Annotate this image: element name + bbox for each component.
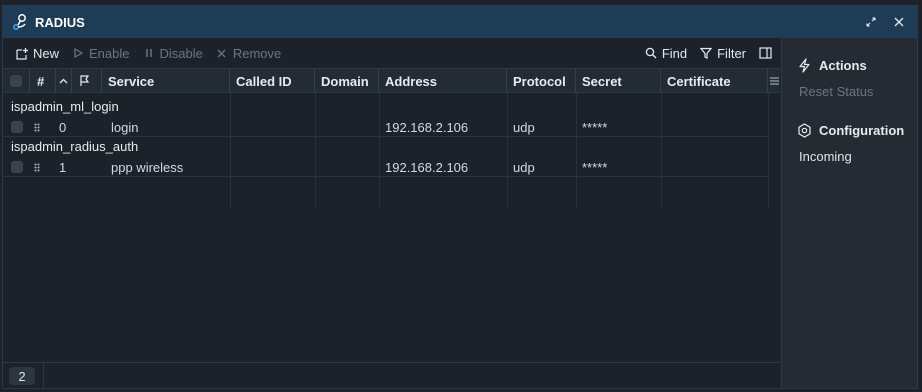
row-certificate [661,157,768,177]
reset-status-action[interactable]: Reset Status [799,84,873,99]
play-icon [71,46,85,60]
filter-icon [699,46,713,60]
table-header: # Service Called ID Domain Address Proto… [3,68,780,93]
table-row[interactable]: 0 login 192.168.2.106 udp ***** [3,117,768,137]
lightning-icon [796,57,812,73]
toolbar: New Enable Disable Remove Find Filter [3,38,780,68]
row-called-id [230,117,315,137]
row-count-badge: 2 [9,367,35,385]
footer-divider [43,363,44,389]
row-protocol: udp [513,119,535,135]
row-called-id [230,157,315,177]
row-index: 0 [59,119,67,135]
table-row[interactable]: 1 ppp wireless 192.168.2.106 udp ***** [3,157,768,177]
remove-button-label: Remove [232,45,282,61]
column-domain[interactable]: Domain [315,69,379,93]
pause-icon [142,46,156,60]
column-certificate-label: Certificate [667,73,731,89]
drag-handle-icon[interactable] [30,117,44,137]
group-label: ispadmin_ml_login [11,99,119,114]
enable-button[interactable]: Enable [65,38,135,68]
row-index: 1 [59,159,67,175]
row-domain [315,117,379,137]
disable-button[interactable]: Disable [136,38,209,68]
group-header[interactable]: ispadmin_radius_auth [3,137,768,157]
new-button-label: New [33,45,60,61]
toggle-sidebar-button[interactable] [752,38,780,68]
row-address: 192.168.2.106 [385,159,469,175]
drag-handle-icon[interactable] [30,157,44,177]
flag-icon[interactable] [72,69,102,93]
column-certificate[interactable]: Certificate [661,69,768,93]
filter-button[interactable]: Filter [693,38,752,68]
main-panel: New Enable Disable Remove Find Filter # … [3,38,780,389]
row-service: login [111,119,139,135]
find-button-label: Find [661,45,688,61]
column-protocol-label: Protocol [513,73,566,89]
sort-ascending-icon[interactable] [56,69,72,93]
sidebar: Actions Reset Status Configuration Incom… [781,38,917,388]
column-address[interactable]: Address [379,69,507,93]
column-called-id-label: Called ID [236,73,292,89]
incoming-config-link[interactable]: Incoming [799,149,852,164]
row-secret: ***** [582,159,608,175]
column-index[interactable]: # [30,69,56,93]
column-service-label: Service [108,73,155,89]
hexagon-settings-icon [796,122,812,138]
column-address-label: Address [385,73,438,89]
actions-section-header: Actions [796,57,867,73]
close-window-icon[interactable] [891,14,907,30]
search-icon [644,46,658,60]
column-menu-icon[interactable] [768,69,780,93]
row-address: 192.168.2.106 [385,119,469,135]
disable-button-label: Disable [159,45,203,61]
column-called-id[interactable]: Called ID [230,69,315,93]
row-service: ppp wireless [111,159,184,175]
column-service[interactable]: Service [102,69,230,93]
enable-button-label: Enable [89,45,130,61]
remove-button[interactable]: Remove [209,38,287,68]
column-secret-label: Secret [582,73,622,89]
column-domain-label: Domain [321,73,369,89]
configuration-section-header: Configuration [796,122,904,138]
radius-app-icon [10,12,30,32]
sidebar-panel-icon [758,46,772,60]
row-protocol: udp [513,159,535,175]
window-title: RADIUS [35,14,85,30]
remove-icon [215,46,229,60]
toolbar-right: Find Filter [638,38,780,68]
column-index-label: # [37,73,45,89]
row-secret: ***** [582,119,608,135]
column-protocol[interactable]: Protocol [507,69,576,93]
restore-window-icon[interactable] [863,14,879,30]
group-label: ispadmin_radius_auth [11,139,139,154]
column-divider [768,93,769,208]
row-certificate [661,117,768,137]
new-button[interactable]: New [9,38,65,68]
actions-title: Actions [819,57,867,73]
radius-window: RADIUS New Enable Disable Remove Find Fi… [2,5,918,389]
select-all-checkbox[interactable] [3,69,30,93]
status-footer: 2 [3,362,780,389]
filter-button-label: Filter [717,45,746,61]
row-domain [315,157,379,177]
title-bar: RADIUS [3,6,917,38]
configuration-title: Configuration [819,122,905,138]
row-checkbox[interactable] [4,157,30,177]
find-button[interactable]: Find [638,38,693,68]
row-checkbox[interactable] [4,117,30,137]
group-header[interactable]: ispadmin_ml_login [3,97,768,117]
new-item-icon [15,46,29,60]
column-secret[interactable]: Secret [576,69,661,93]
